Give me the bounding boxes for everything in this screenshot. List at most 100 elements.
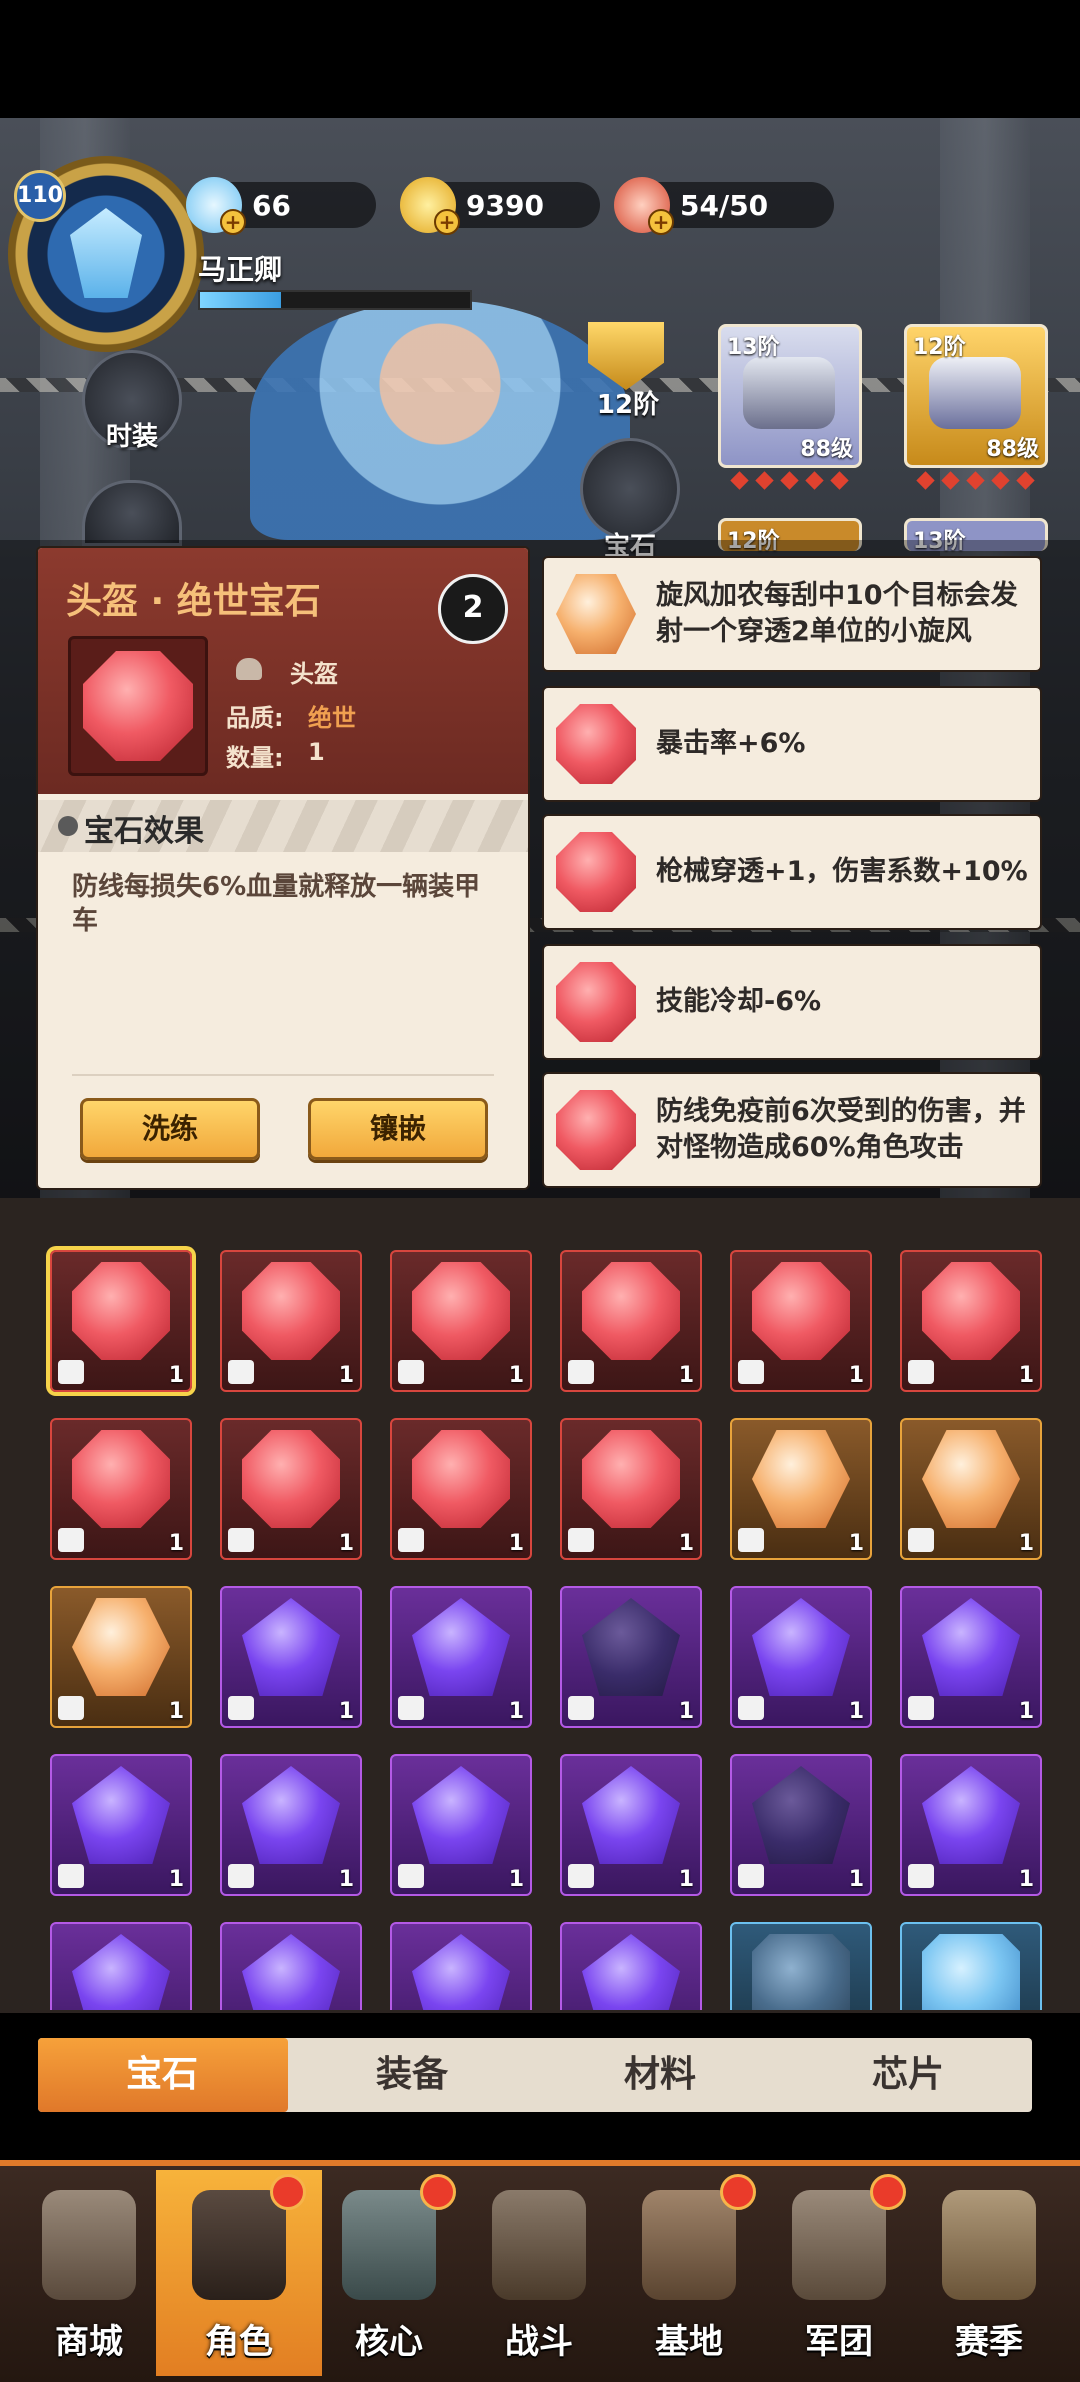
armor-equip-icon xyxy=(929,357,1021,429)
set-effect-text: 枪械穿透+1，伤害系数+10% xyxy=(656,856,1028,887)
effect-title: 宝石效果 xyxy=(84,814,204,849)
gem-slot-label: 头盔 xyxy=(290,660,338,688)
inventory-gem-cell[interactable]: 1 xyxy=(900,1754,1042,1896)
inventory-gem-cell[interactable] xyxy=(390,1922,532,2010)
tab-materials[interactable]: 材料 xyxy=(536,2038,784,2112)
gem-count: 1 xyxy=(508,1531,524,1556)
inventory-gem-cell[interactable]: 1 xyxy=(50,1418,192,1560)
inventory-gem-cell[interactable] xyxy=(730,1922,872,2010)
set-effect-text: 暴击率+6% xyxy=(656,728,806,759)
inventory-gem-cell[interactable]: 1 xyxy=(390,1250,532,1392)
inventory-gem-cell[interactable] xyxy=(220,1922,362,2010)
gem-count: 1 xyxy=(848,1867,864,1892)
gem-count: 1 xyxy=(848,1363,864,1388)
inventory-gem-cell[interactable]: 1 xyxy=(50,1754,192,1896)
inventory-gem-cell[interactable]: 1 xyxy=(900,1418,1042,1560)
inventory-gem-cell[interactable]: 1 xyxy=(390,1418,532,1560)
inventory-gem-cell[interactable]: 1 xyxy=(50,1586,192,1728)
lock-button[interactable]: 2 xyxy=(438,574,508,644)
season-icon xyxy=(942,2190,1036,2300)
add-coin-icon[interactable]: + xyxy=(434,209,460,235)
equip-slot-helmet[interactable]: 13阶 88级 xyxy=(718,324,862,468)
purple-gem-icon xyxy=(922,1598,1020,1696)
purple-gem-icon xyxy=(72,1934,170,2010)
red-gem-icon xyxy=(556,832,636,912)
nav-season[interactable]: 赛季 xyxy=(914,2176,1064,2376)
inventory-gem-cell[interactable]: 1 xyxy=(560,1754,702,1896)
glove-icon xyxy=(568,1528,594,1552)
inventory-gem-cell[interactable]: 1 xyxy=(560,1250,702,1392)
purple-gem-icon xyxy=(412,1934,510,2010)
inventory-gem-cell[interactable] xyxy=(50,1922,192,2010)
stamina-counter[interactable]: + 54/50 xyxy=(614,177,834,235)
tab-gems[interactable]: 宝石 xyxy=(38,2038,286,2112)
coin-counter[interactable]: + 9390 xyxy=(400,177,600,235)
purple-gem-icon xyxy=(412,1766,510,1864)
inventory-gem-cell[interactable]: 1 xyxy=(220,1586,362,1728)
inventory-gem-cell[interactable] xyxy=(900,1922,1042,2010)
nav-shop[interactable]: 商城 xyxy=(14,2176,164,2376)
inventory-gem-cell[interactable]: 1 xyxy=(730,1250,872,1392)
set-effect-text: 防线免疫前6次受到的伤害，并对怪物造成60%角色攻击 xyxy=(656,1096,1026,1163)
nav-base[interactable]: 基地 xyxy=(614,2174,764,2376)
red-gem-icon xyxy=(72,1430,170,1528)
inventory-gem-cell[interactable]: 1 xyxy=(220,1250,362,1392)
gem-count: 1 xyxy=(1018,1363,1034,1388)
tab-chips[interactable]: 芯片 xyxy=(784,2038,1032,2112)
equip-star-rating xyxy=(904,466,1046,494)
inventory-gem-cell[interactable]: 1 xyxy=(730,1418,872,1560)
avatar-emblem-icon xyxy=(70,208,142,298)
nav-character[interactable]: 角色 xyxy=(164,2174,314,2376)
inventory-gem-cell[interactable] xyxy=(560,1922,702,2010)
gem-count: 1 xyxy=(508,1363,524,1388)
pants-icon xyxy=(228,1528,254,1552)
nav-battle[interactable]: 战斗 xyxy=(464,2176,614,2376)
equip-slot-armor[interactable]: 12阶 88级 xyxy=(904,324,1048,468)
inventory-gem-cell[interactable]: 1 xyxy=(390,1586,532,1728)
divider xyxy=(72,1074,494,1076)
player-name: 马正卿 xyxy=(198,253,283,286)
coin-amount: 9390 xyxy=(466,188,544,222)
set-effect-item: 技能冷却-6% xyxy=(544,946,1040,1058)
red-gem-icon xyxy=(242,1430,340,1528)
gem-count: 1 xyxy=(678,1363,694,1388)
inventory-gem-cell[interactable]: 1 xyxy=(900,1586,1042,1728)
add-diamond-icon[interactable]: + xyxy=(220,209,246,235)
gem-button[interactable]: 宝石 xyxy=(580,438,680,562)
equip-star-rating xyxy=(718,466,860,494)
tab-equipment[interactable]: 装备 xyxy=(288,2038,536,2112)
helmet-icon xyxy=(236,658,262,680)
inventory-gem-cell[interactable]: 1 xyxy=(220,1754,362,1896)
inventory-gem-cell[interactable]: 1 xyxy=(730,1586,872,1728)
stamina-amount: 54/50 xyxy=(680,188,769,222)
coin-icon: + xyxy=(400,177,460,235)
reroll-button[interactable]: 洗练 xyxy=(80,1098,260,1160)
inventory-gem-cell[interactable]: 1 xyxy=(900,1250,1042,1392)
set-effect-item: 枪械穿透+1，伤害系数+10% xyxy=(544,816,1040,928)
player-avatar[interactable]: 110 xyxy=(8,156,204,352)
diamond-counter[interactable]: + 66 xyxy=(186,177,376,235)
nav-core[interactable]: 核心 xyxy=(314,2174,464,2376)
nav-label: 商城 xyxy=(55,2322,123,2362)
armor-icon xyxy=(738,1360,764,1384)
inventory-gem-cell[interactable]: 1 xyxy=(220,1418,362,1560)
gem-count: 1 xyxy=(338,1531,354,1556)
inventory-gem-cell[interactable]: 1 xyxy=(730,1754,872,1896)
nav-legion[interactable]: 军团 xyxy=(764,2174,914,2376)
orange-gem-icon xyxy=(556,574,636,654)
inventory-gem-cell[interactable]: 1 xyxy=(390,1754,532,1896)
armor-icon xyxy=(398,1360,424,1384)
red-gem-icon xyxy=(582,1262,680,1360)
add-stamina-icon[interactable]: + xyxy=(648,209,674,235)
meat-icon: + xyxy=(614,177,674,235)
notification-dot xyxy=(870,2174,906,2210)
inventory-gem-cell[interactable]: 1 xyxy=(50,1250,192,1392)
red-gem-icon xyxy=(412,1262,510,1360)
gun-icon xyxy=(58,1528,84,1552)
outfit-button[interactable]: 时装 xyxy=(82,350,182,452)
inlay-button[interactable]: 镶嵌 xyxy=(308,1098,488,1160)
inventory-gem-cell[interactable]: 1 xyxy=(560,1586,702,1728)
inventory-gem-cell[interactable]: 1 xyxy=(560,1418,702,1560)
gun-icon xyxy=(568,1864,594,1888)
purple-gem-icon xyxy=(72,1766,170,1864)
